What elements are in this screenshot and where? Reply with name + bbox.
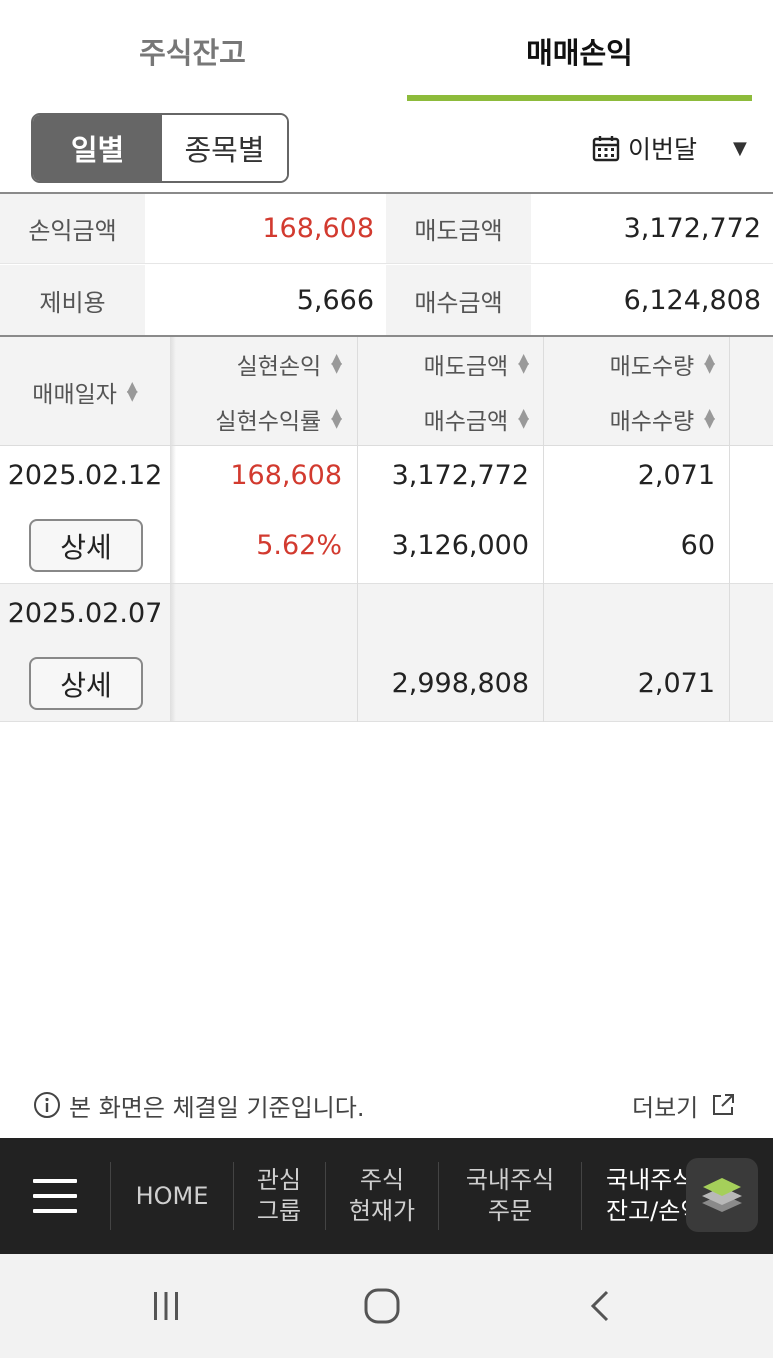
header-buy-amount-label: 매수금액 — [423, 408, 509, 435]
info-icon — [34, 1092, 60, 1118]
column-divider — [729, 337, 730, 722]
toggle-daily[interactable]: 일별 — [33, 115, 162, 181]
detail-button[interactable]: 상세 — [29, 519, 143, 572]
view-toggle: 일별 종목별 — [31, 113, 289, 183]
footer-note: 본 화면은 체결일 기준입니다. — [33, 1085, 364, 1125]
header-date-label: 매매일자 — [32, 381, 117, 408]
sort-icon: ▲ ▼ — [126, 378, 138, 404]
header-realized-rate[interactable]: 실현수익률 ▲ ▼ — [176, 391, 356, 446]
menu-icon[interactable] — [33, 1179, 77, 1213]
calendar-icon — [592, 136, 620, 162]
period-label: 이번달 — [628, 135, 698, 164]
header-buy-amount[interactable]: 매수금액 ▲ ▼ — [357, 391, 543, 446]
row-realized-rate — [176, 654, 356, 712]
back-button[interactable] — [565, 1254, 637, 1358]
period-selector[interactable]: 이번달 ▼ — [592, 126, 747, 170]
nav-stock-price[interactable]: 주식 현재가 — [326, 1138, 438, 1254]
footer-note-text: 본 화면은 체결일 기준입니다. — [69, 1093, 365, 1122]
tab-trade-pnl[interactable]: 매매손익 — [407, 0, 752, 102]
header-buy-qty[interactable]: 매수수량 ▲ ▼ — [543, 391, 729, 446]
pnl-value: 168,608 — [262, 213, 374, 244]
sort-icon: ▲ ▼ — [331, 405, 342, 431]
fee-label: 제비용 — [0, 265, 145, 335]
nav-watch-group[interactable]: 관심 그룹 — [234, 1138, 324, 1254]
nav-domestic-order-label: 국내주식 — [465, 1166, 555, 1194]
row-sell-amount — [357, 584, 543, 642]
header-date[interactable]: 매매일자 ▲ ▼ — [0, 337, 170, 446]
header-sell-qty-label: 매도수량 — [609, 354, 695, 380]
header-buy-qty-label: 매수수량 — [609, 408, 695, 435]
nav-stock-price-label: 현재가 — [348, 1197, 416, 1225]
sort-icon: ▲ ▼ — [331, 351, 342, 376]
table-row: 2025.02.07 상세 2,998,808 2,071 — [0, 584, 773, 722]
chevron-down-icon: ▼ — [733, 137, 747, 159]
sell-amount-value: 3,172,772 — [623, 213, 761, 244]
sort-icon: ▲ ▼ — [704, 351, 715, 376]
buy-amount-label: 매수금액 — [386, 265, 531, 335]
layers-icon — [702, 1178, 742, 1212]
more-link-label: 더보기 — [632, 1093, 699, 1122]
sell-amount-label: 매도금액 — [386, 194, 531, 263]
nav-domestic-order-label: 주문 — [487, 1197, 533, 1225]
row-sell-amount: 3,172,772 — [391, 459, 529, 491]
system-navigation-bar — [0, 1254, 773, 1358]
layers-button[interactable] — [686, 1158, 758, 1232]
detail-button[interactable]: 상세 — [29, 657, 143, 710]
back-icon — [590, 1290, 609, 1322]
active-tab-indicator — [407, 95, 752, 101]
header-realized-rate-label: 실현수익률 — [215, 408, 322, 435]
nav-watch-group-label: 관심 — [256, 1166, 302, 1194]
nav-separator — [110, 1162, 111, 1230]
header-realized-pnl[interactable]: 실현손익 ▲ ▼ — [176, 337, 356, 391]
row-buy-amount: 3,126,000 — [391, 529, 529, 561]
nav-watch-group-label: 그룹 — [256, 1197, 302, 1225]
toggle-by-stock[interactable]: 종목별 — [162, 115, 287, 181]
row-date: 2025.02.07 — [7, 597, 163, 629]
fee-value: 5,666 — [296, 284, 374, 316]
header-sell-amount[interactable]: 매도금액 ▲ ▼ — [357, 337, 543, 391]
row-buy-qty: 60 — [680, 529, 715, 561]
bottom-navigation: HOME 관심 그룹 주식 현재가 국내주식 주문 국내주식 잔고/손익 — [0, 1138, 773, 1254]
column-divider — [543, 337, 544, 722]
external-link-icon — [713, 1094, 735, 1115]
header-realized-pnl-label: 실현손익 — [236, 354, 322, 380]
nav-domestic-balance-label: 국내주식 — [606, 1166, 695, 1194]
header-sell-amount-label: 매도금액 — [423, 354, 509, 380]
recent-apps-icon — [154, 1292, 178, 1320]
row-sell-qty: 2,071 — [637, 459, 715, 491]
row-date: 2025.02.12 — [7, 459, 163, 491]
home-button[interactable] — [346, 1254, 418, 1358]
top-tabs: 주식잔고 매매손익 — [0, 0, 773, 102]
fixed-column-shadow — [170, 337, 176, 722]
header-sell-qty[interactable]: 매도수량 ▲ ▼ — [543, 337, 729, 391]
table-row: 2025.02.12 상세 168,608 5.62% 3,172,772 3,… — [0, 446, 773, 584]
pnl-label: 손익금액 — [0, 194, 145, 263]
recent-apps-button[interactable] — [130, 1254, 202, 1358]
home-icon — [364, 1288, 400, 1324]
nav-domestic-order[interactable]: 국내주식 주문 — [439, 1138, 581, 1254]
tab-stock-balance[interactable]: 주식잔고 — [20, 0, 365, 102]
row-sell-qty — [543, 584, 729, 642]
nav-stock-price-label: 주식 — [359, 1166, 405, 1194]
row-buy-amount: 2,998,808 — [391, 667, 529, 699]
row-realized-pnl — [176, 584, 356, 642]
sort-icon: ▲ ▼ — [704, 405, 715, 431]
nav-home-label: HOME — [135, 1181, 209, 1210]
row-realized-pnl: 168,608 — [230, 459, 342, 491]
buy-amount-value: 6,124,808 — [623, 284, 761, 316]
pnl-summary: 손익금액 168,608 매도금액 3,172,772 제비용 5,666 매수… — [0, 192, 773, 337]
column-divider — [357, 337, 358, 722]
table-header: 매매일자 ▲ ▼ 실현손익 ▲ ▼ 실현수익률 ▲ ▼ 매도금액 ▲ ▼ 매수금액 ▲ ▼… — [0, 337, 773, 446]
row-buy-qty: 2,071 — [637, 667, 715, 699]
more-link[interactable]: 더보기 — [632, 1085, 736, 1125]
sort-icon: ▲ ▼ — [518, 351, 529, 376]
sort-icon: ▲ ▼ — [518, 405, 529, 431]
nav-home[interactable]: HOME — [112, 1138, 232, 1254]
row-realized-rate: 5.62% — [256, 529, 342, 561]
